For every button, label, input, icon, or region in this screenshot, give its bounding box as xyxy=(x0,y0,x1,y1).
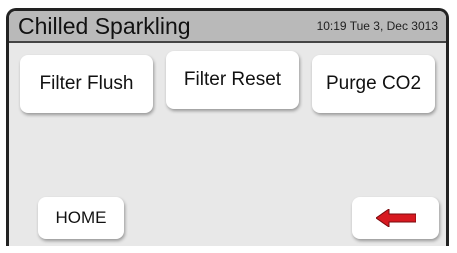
home-label: HOME xyxy=(55,208,107,227)
filter-flush-label: Filter Flush xyxy=(39,73,134,94)
purge-co2-label: Purge CO2 xyxy=(325,73,422,94)
home-button[interactable]: HOME xyxy=(38,197,124,239)
page-title: Chilled Sparkling xyxy=(18,13,191,39)
purge-co2-button[interactable]: Purge CO2 xyxy=(312,55,435,113)
back-button[interactable] xyxy=(352,197,439,239)
date-time: 10:19 Tue 3, Dec 3013 xyxy=(316,19,438,33)
touch-screen: Chilled Sparkling 10:19 Tue 3, Dec 3013 … xyxy=(6,8,449,246)
left-arrow-icon xyxy=(375,209,416,227)
filter-reset-button[interactable]: Filter Reset xyxy=(166,51,299,109)
title-bar: Chilled Sparkling 10:19 Tue 3, Dec 3013 xyxy=(9,11,446,43)
filter-reset-label: Filter Reset xyxy=(183,69,282,90)
filter-flush-button[interactable]: Filter Flush xyxy=(20,55,153,113)
